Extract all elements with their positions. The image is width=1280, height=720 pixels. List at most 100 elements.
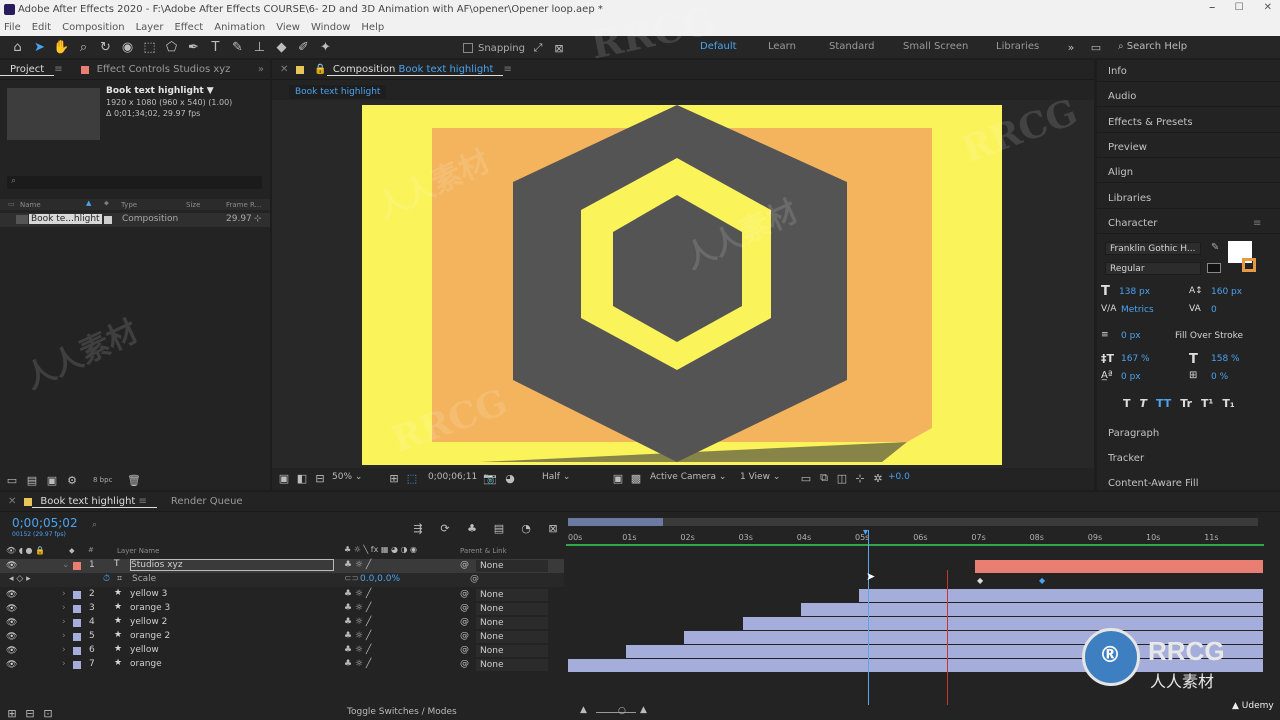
section-character[interactable]: Character: [1108, 218, 1157, 229]
layer-name[interactable]: yellow: [130, 645, 159, 655]
camera-dropdown[interactable]: Active Camera ⌄: [650, 472, 726, 482]
layer-name[interactable]: yellow 3: [130, 589, 167, 599]
maximize-icon[interactable]: ☐: [1235, 2, 1244, 13]
search-help[interactable]: ⌕ Search Help: [1118, 41, 1187, 52]
layer-duration-bar[interactable]: [800, 603, 1263, 616]
resolution-dropdown[interactable]: Half ⌄: [542, 472, 570, 482]
expand-twirl-icon[interactable]: ›: [62, 631, 66, 641]
fast-preview-icon[interactable]: ▣: [610, 470, 626, 486]
layer-name[interactable]: orange 3: [130, 603, 170, 613]
snap-options-icon[interactable]: ⤢: [530, 40, 546, 56]
parent-pickwhip-icon[interactable]: @: [460, 560, 469, 570]
minimize-icon[interactable]: ⎯: [1210, 2, 1215, 13]
layer-name[interactable]: orange 2: [130, 631, 170, 641]
close-tab-icon[interactable]: ✕: [280, 64, 288, 75]
section-info[interactable]: Info: [1108, 66, 1127, 77]
rotate-tool-icon[interactable]: ↻: [96, 38, 115, 57]
parent-dropdown[interactable]: None: [476, 589, 548, 601]
panel-overflow-icon[interactable]: »: [258, 64, 264, 75]
close-icon[interactable]: ✕: [1264, 2, 1272, 13]
section-tracker[interactable]: Tracker: [1108, 453, 1144, 464]
zoom-out-icon[interactable]: ▲: [580, 705, 587, 715]
snapping-toggle[interactable]: Snapping ⤢ ⊠: [463, 40, 567, 56]
guides-icon[interactable]: ⊟: [312, 470, 328, 486]
eyedropper-icon[interactable]: ✎: [1211, 242, 1219, 253]
zoom-dropdown[interactable]: 50% ⌄: [332, 472, 362, 482]
comp-mini-flowchart-icon[interactable]: ⇶: [410, 520, 426, 536]
timeline-layer-row[interactable]: 👁 › 3 ★ orange 3 ♣ ☼ ╱ @ None: [0, 602, 564, 616]
layer-switch-icons[interactable]: ♣ ☼ ╱: [344, 645, 371, 655]
timeline-layer-row[interactable]: 👁 › 2 ★ yellow 3 ♣ ☼ ╱ @ None: [0, 588, 564, 602]
timeline-layer-row[interactable]: 👁 › 6 ★ yellow ♣ ☼ ╱ @ None: [0, 644, 564, 658]
shape-tool-icon[interactable]: ⬠: [162, 38, 181, 57]
eraser-tool-icon[interactable]: ◆: [272, 38, 291, 57]
keyframe-nav-icons[interactable]: ◂ ◇ ▸: [9, 574, 31, 584]
constrain-icon[interactable]: ⊂⊃: [344, 574, 359, 584]
stretch-icon[interactable]: ⊡: [40, 705, 56, 720]
layer-switch-icons[interactable]: ♣ ☼ ╱: [344, 560, 371, 570]
snapping-checkbox[interactable]: [463, 43, 473, 53]
snap-grid-icon[interactable]: ⊠: [551, 40, 567, 56]
mask-visibility-icon[interactable]: ◧: [294, 470, 310, 486]
keyframe-2[interactable]: ◆: [1039, 576, 1045, 585]
parent-dropdown[interactable]: None: [476, 631, 548, 643]
menu-help[interactable]: Help: [361, 20, 384, 36]
layer-switch-icons[interactable]: ♣ ☼ ╱: [344, 603, 371, 613]
col-size[interactable]: Size: [186, 201, 200, 209]
text-style-button-3[interactable]: TT: [1156, 397, 1171, 410]
graph-icon[interactable]: ⌗: [117, 574, 122, 584]
menu-animation[interactable]: Animation: [214, 20, 265, 36]
parent-dropdown[interactable]: None: [476, 617, 548, 629]
type-tool-icon[interactable]: T: [206, 38, 225, 57]
workspace-small-screen[interactable]: Small Screen: [903, 41, 968, 52]
trash-icon[interactable]: 🗑: [126, 472, 142, 488]
comp-panel-menu-icon[interactable]: ≡: [503, 64, 511, 75]
layer-label-swatch[interactable]: [73, 605, 81, 613]
tab-effect-controls[interactable]: Effect Controls Studios xyz: [95, 64, 241, 75]
menu-view[interactable]: View: [276, 20, 300, 36]
menu-effect[interactable]: Effect: [174, 20, 203, 36]
project-item-row[interactable]: Book te...hlight Composition 29.97 ⊹: [0, 213, 270, 227]
shy-layers-icon[interactable]: ♣: [464, 520, 480, 536]
layer-switch-icons[interactable]: ♣ ☼ ╱: [344, 631, 371, 641]
brush-tool-icon[interactable]: ✎: [228, 38, 247, 57]
timeline-menu-icon[interactable]: ≡: [139, 496, 147, 507]
timeline-layer-row[interactable]: 👁 ⌄ 1 T Studios xyz ♣ ☼ ╱ @ None: [0, 559, 564, 573]
parent-dropdown[interactable]: None: [476, 645, 548, 657]
project-item-name[interactable]: Book te...hlight: [29, 214, 102, 224]
work-area-bar[interactable]: [568, 518, 663, 526]
character-menu-icon[interactable]: ≡: [1253, 218, 1261, 229]
stroke-color-swatch[interactable]: [1242, 258, 1256, 272]
frame-blending-icon[interactable]: ▤: [491, 520, 507, 536]
time-navigator[interactable]: [568, 518, 1258, 526]
no-fill-swatch[interactable]: [1207, 263, 1221, 273]
time-ruler[interactable]: 00s 01s 02s 03s 04s 05s 06s 07s 08s 09s 10s 11s: [566, 516, 1266, 542]
comp-breadcrumb[interactable]: Book text highlight: [289, 85, 387, 99]
section-libraries[interactable]: Libraries: [1108, 193, 1151, 204]
zoom-tool-icon[interactable]: ⌕: [74, 38, 93, 57]
hand-tool-icon[interactable]: ✋: [52, 38, 71, 57]
scale-value[interactable]: 0.0,0.0%: [360, 574, 400, 584]
col-parent-link[interactable]: Parent & Link: [460, 547, 507, 555]
transparency-grid-icon[interactable]: ▩: [628, 470, 644, 486]
col-name[interactable]: Name: [20, 201, 41, 209]
snapshot-icon[interactable]: 📷: [482, 470, 498, 486]
layer-label-swatch[interactable]: [73, 619, 81, 627]
motion-blur-toggle-icon[interactable]: ◔: [518, 520, 534, 536]
selection-tool-icon[interactable]: ➤: [30, 38, 49, 57]
expand-twirl-icon[interactable]: ›: [62, 659, 66, 669]
expand-twirl-icon[interactable]: ›: [62, 603, 66, 613]
visibility-eye-icon[interactable]: 👁: [6, 561, 17, 571]
horizontal-scale-value[interactable]: 158 %: [1211, 354, 1240, 364]
parent-dropdown[interactable]: None: [476, 560, 548, 572]
pen-tool-icon[interactable]: ✒: [184, 38, 203, 57]
baseline-shift-value[interactable]: 0 px: [1121, 372, 1141, 382]
section-align[interactable]: Align: [1108, 167, 1133, 178]
timeline-layer-row[interactable]: 👁 › 4 ★ yellow 2 ♣ ☼ ╱ @ None: [0, 616, 564, 630]
motion-blur-icon[interactable]: ◫: [834, 470, 850, 486]
font-style-dropdown[interactable]: Regular: [1105, 262, 1201, 275]
current-time[interactable]: 0;00;06;11: [428, 472, 477, 482]
parent-pickwhip-icon[interactable]: @: [460, 603, 469, 613]
parent-pickwhip-icon[interactable]: @: [460, 659, 469, 669]
playhead-marker-icon[interactable]: ▾: [863, 527, 868, 538]
